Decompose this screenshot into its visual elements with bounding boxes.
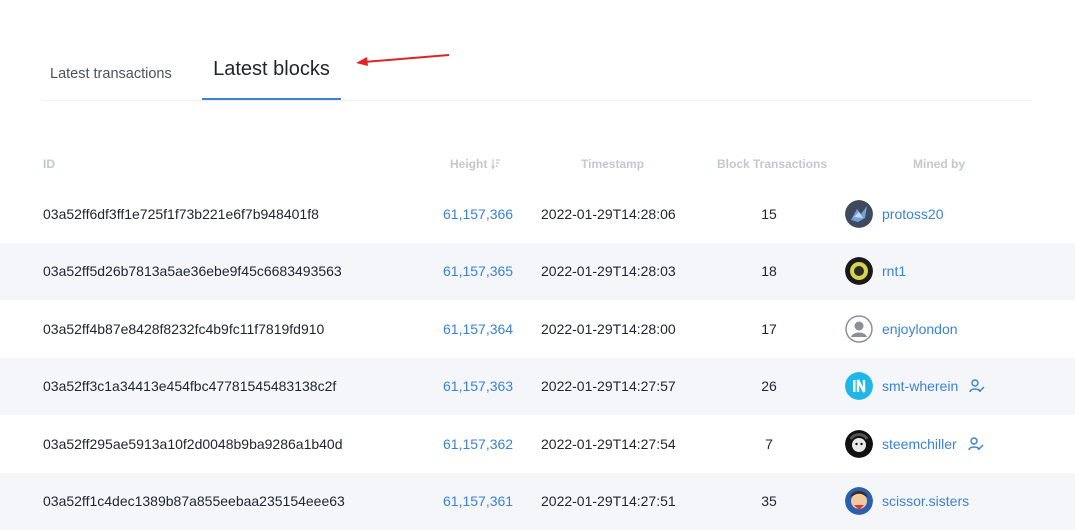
block-timestamp: 2022-01-29T14:27:57: [541, 358, 676, 416]
block-timestamp: 2022-01-29T14:27:51: [541, 473, 676, 530]
annotation-arrow-icon: [352, 52, 452, 68]
blocks-table-body: 03a52ff6df3ff1e725f1f73b221e6f7b948401f8…: [0, 185, 1075, 530]
block-timestamp: 2022-01-29T14:28:03: [541, 243, 676, 301]
block-transactions-count: 26: [740, 358, 798, 416]
miner-link[interactable]: smt-wherein: [882, 378, 958, 394]
table-row: 03a52ff6df3ff1e725f1f73b221e6f7b948401f8…: [0, 185, 1075, 243]
block-id: 03a52ff1c4dec1389b87a855eebaa235154eee63: [43, 473, 345, 530]
avatar[interactable]: [845, 257, 873, 285]
default-avatar-icon[interactable]: [845, 315, 873, 343]
column-header-timestamp: Timestamp: [581, 157, 644, 171]
column-header-block-transactions: Block Transactions: [717, 157, 827, 171]
avatar[interactable]: [845, 200, 873, 228]
block-id: 03a52ff295ae5913a10f2d0048b9ba9286a1b40d: [43, 415, 343, 473]
miner-link[interactable]: steemchiller: [882, 436, 957, 452]
mined-by: scissor.sisters: [845, 473, 969, 530]
sort-desc-icon[interactable]: [491, 158, 501, 170]
mined-by: steemchiller: [845, 415, 984, 473]
block-transactions-count: 18: [740, 243, 798, 301]
column-header-height-label: Height: [450, 157, 487, 171]
miner-link[interactable]: rnt1: [882, 263, 906, 279]
column-header-id: ID: [43, 157, 55, 171]
table-row: 03a52ff295ae5913a10f2d0048b9ba9286a1b40d…: [0, 415, 1075, 473]
table-row: 03a52ff1c4dec1389b87a855eebaa235154eee63…: [0, 473, 1075, 530]
table-row: 03a52ff3c1a34413e454fbc47781545483138c2f…: [0, 358, 1075, 416]
miner-link[interactable]: scissor.sisters: [882, 493, 969, 509]
tab-bar: Latest transactions Latest blocks: [42, 40, 1032, 101]
mined-by: rnt1: [845, 243, 906, 301]
avatar[interactable]: [845, 372, 873, 400]
block-height-link[interactable]: 61,157,361: [443, 473, 513, 530]
table-row: 03a52ff5d26b7813a5ae36ebe9f45c6683493563…: [0, 243, 1075, 301]
block-height-link[interactable]: 61,157,363: [443, 358, 513, 416]
witness-account-icon: [969, 378, 985, 394]
tab-latest-transactions[interactable]: Latest transactions: [43, 40, 179, 100]
column-header-height[interactable]: Height: [450, 157, 501, 171]
block-transactions-count: 35: [740, 473, 798, 530]
tab-label: Latest blocks: [213, 58, 330, 81]
block-transactions-count: 15: [740, 185, 798, 243]
block-id: 03a52ff5d26b7813a5ae36ebe9f45c6683493563: [43, 243, 342, 301]
mined-by: protoss20: [845, 185, 943, 243]
block-timestamp: 2022-01-29T14:28:06: [541, 185, 676, 243]
mined-by: enjoylondon: [845, 300, 958, 358]
mined-by: smt-wherein: [845, 358, 985, 416]
block-timestamp: 2022-01-29T14:27:54: [541, 415, 676, 473]
block-transactions-count: 17: [740, 300, 798, 358]
avatar[interactable]: [845, 487, 873, 515]
block-timestamp: 2022-01-29T14:28:00: [541, 300, 676, 358]
block-height-link[interactable]: 61,157,366: [443, 185, 513, 243]
avatar[interactable]: [845, 430, 873, 458]
tab-label: Latest transactions: [50, 66, 172, 82]
block-id: 03a52ff4b87e8428f8232fc4b9fc11f7819fd910: [43, 300, 324, 358]
miner-link[interactable]: enjoylondon: [882, 321, 958, 337]
block-height-link[interactable]: 61,157,365: [443, 243, 513, 301]
table-row: 03a52ff4b87e8428f8232fc4b9fc11f7819fd910…: [0, 300, 1075, 358]
witness-account-icon: [968, 436, 984, 452]
block-id: 03a52ff6df3ff1e725f1f73b221e6f7b948401f8: [43, 185, 319, 243]
block-height-link[interactable]: 61,157,362: [443, 415, 513, 473]
miner-link[interactable]: protoss20: [882, 206, 943, 222]
block-height-link[interactable]: 61,157,364: [443, 300, 513, 358]
table-header: ID Height Timestamp Block Transactions M…: [0, 148, 1075, 180]
block-transactions-count: 7: [740, 415, 798, 473]
tab-latest-blocks[interactable]: Latest blocks: [202, 40, 341, 100]
block-id: 03a52ff3c1a34413e454fbc47781545483138c2f: [43, 358, 336, 416]
column-header-mined-by: Mined by: [913, 157, 965, 171]
